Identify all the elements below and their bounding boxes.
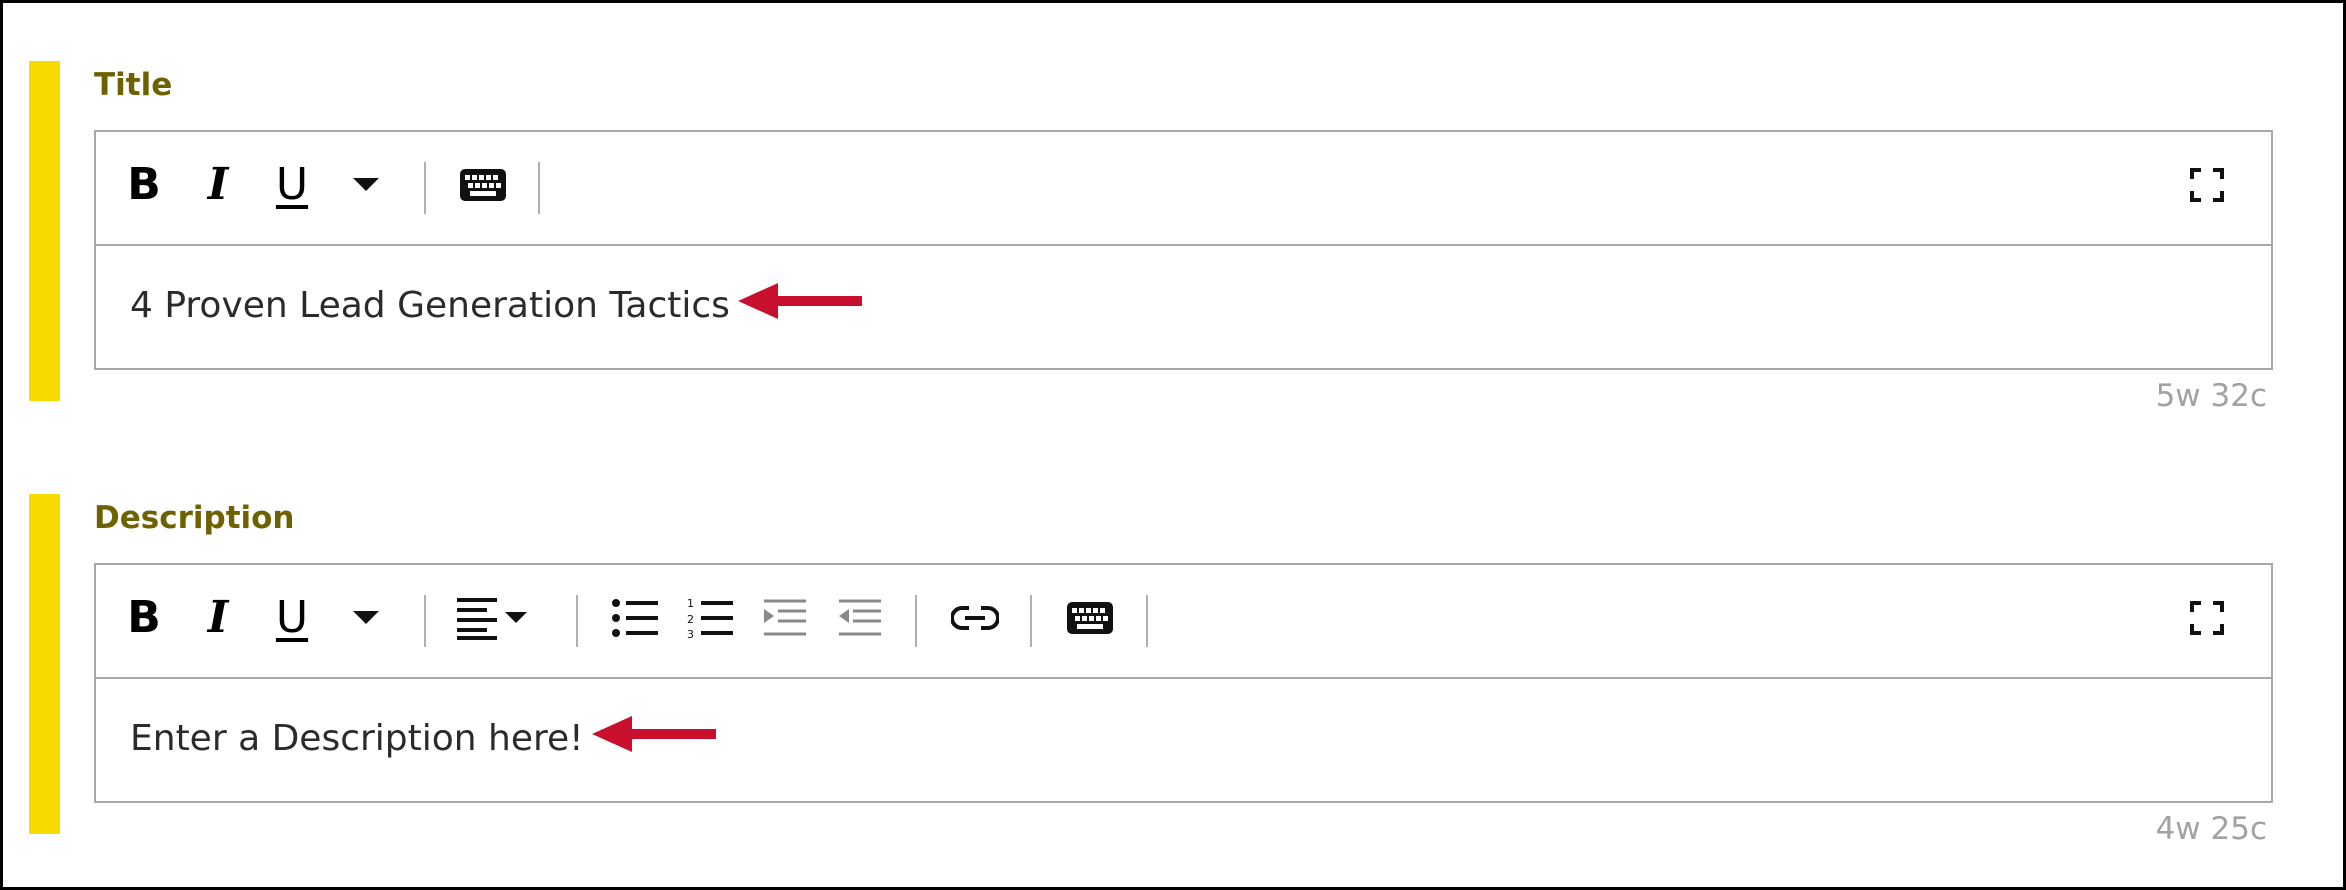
toolbar-separator	[915, 595, 917, 647]
title-input[interactable]: 4 Proven Lead Generation Tactics	[130, 244, 862, 366]
svg-text:2: 2	[687, 613, 694, 626]
description-count: 4w 25c	[2155, 811, 2267, 847]
align-left-icon	[455, 596, 499, 640]
title-editor: B I U 4 Proven Lead Generation Tactics	[94, 130, 2273, 370]
description-input[interactable]: Enter a Description here!	[130, 677, 716, 799]
align-dropdown-button[interactable]	[446, 588, 536, 648]
fullscreen-button[interactable]	[2177, 588, 2237, 648]
fullscreen-button[interactable]	[2177, 155, 2237, 215]
format-dropdown-button[interactable]	[336, 155, 396, 215]
outdent-icon	[837, 598, 883, 638]
keyboard-button[interactable]	[1060, 588, 1120, 648]
underline-button[interactable]: U	[262, 588, 322, 648]
toolbar-separator	[424, 162, 426, 214]
underline-button[interactable]: U	[262, 155, 322, 215]
screenshot-frame: Title B I U 4 Proven Lead Generation Tac…	[0, 0, 2346, 890]
description-value: Enter a Description here!	[130, 717, 584, 759]
toolbar-separator	[1146, 595, 1148, 647]
link-button[interactable]	[945, 588, 1005, 648]
indent-button[interactable]	[755, 588, 815, 648]
keyboard-icon	[460, 169, 506, 201]
indent-icon	[762, 598, 808, 638]
chevron-down-icon	[353, 178, 379, 192]
description-editor: B I U 1 2 3 Enter a Description here!	[94, 563, 2273, 803]
title-value: 4 Proven Lead Generation Tactics	[130, 284, 730, 326]
italic-button[interactable]: I	[188, 155, 248, 215]
title-count: 5w 32c	[2155, 378, 2267, 414]
toolbar-separator	[1030, 595, 1032, 647]
arrow-annotation-icon	[737, 279, 862, 332]
title-accent-bar	[29, 61, 60, 401]
bold-button[interactable]: B	[114, 155, 174, 215]
outdent-button[interactable]	[830, 588, 890, 648]
arrow-annotation-icon	[591, 712, 716, 765]
description-accent-bar	[29, 494, 60, 834]
toolbar-separator	[424, 595, 426, 647]
description-label: Description	[94, 500, 295, 536]
link-icon	[951, 605, 999, 631]
fullscreen-icon	[2190, 601, 2224, 635]
format-dropdown-button[interactable]	[336, 588, 396, 648]
description-toolbar: B I U 1 2 3	[96, 565, 2271, 679]
italic-button[interactable]: I	[188, 588, 248, 648]
keyboard-icon	[1067, 602, 1113, 634]
numbered-list-button[interactable]: 1 2 3	[680, 588, 740, 648]
chevron-down-icon	[505, 612, 527, 624]
svg-text:3: 3	[687, 628, 694, 639]
bold-button[interactable]: B	[114, 588, 174, 648]
title-toolbar: B I U	[96, 132, 2271, 246]
fullscreen-icon	[2190, 168, 2224, 202]
bullet-list-icon	[612, 598, 658, 638]
title-label: Title	[94, 67, 173, 103]
toolbar-separator	[576, 595, 578, 647]
svg-text:1: 1	[687, 597, 694, 610]
chevron-down-icon	[353, 611, 379, 625]
numbered-list-icon: 1 2 3	[687, 597, 733, 639]
toolbar-separator	[538, 162, 540, 214]
keyboard-button[interactable]	[453, 155, 513, 215]
bullet-list-button[interactable]	[605, 588, 665, 648]
